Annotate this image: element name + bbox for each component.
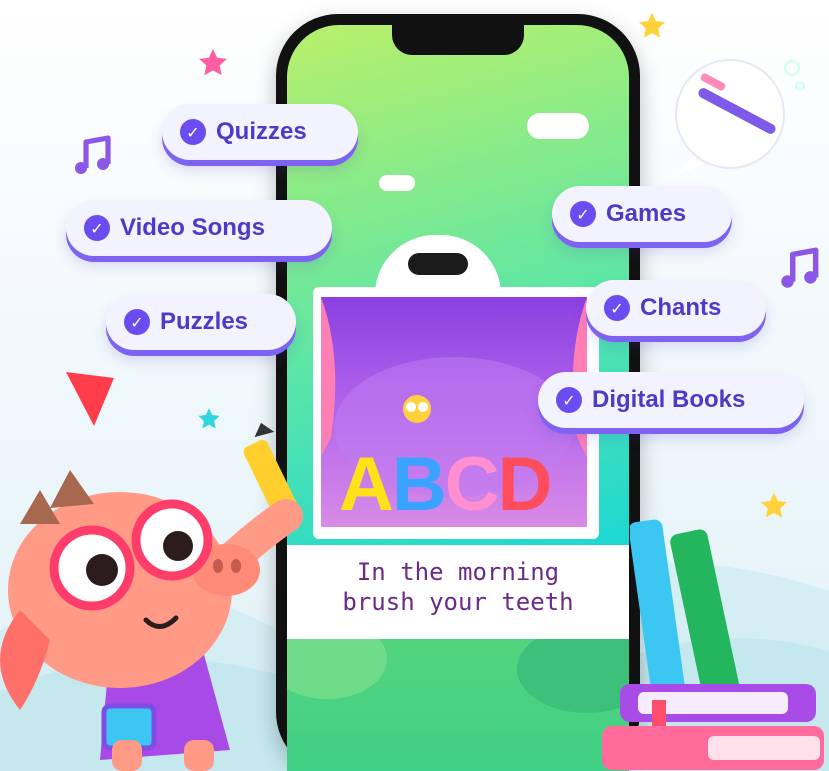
feature-label: Quizzes [216, 118, 307, 145]
feature-pill-digital-books[interactable]: ✓ Digital Books [538, 372, 804, 428]
feature-label: Video Songs [120, 214, 265, 241]
cloud [527, 113, 589, 139]
feature-pill-video-songs[interactable]: ✓ Video Songs [66, 200, 332, 256]
feature-label: Games [606, 200, 687, 227]
pig-mascot [0, 422, 303, 771]
music-note-icon [75, 135, 111, 174]
feature-label: Puzzles [160, 308, 249, 335]
check-circle-icon: ✓ [124, 309, 150, 335]
star-icon [760, 492, 788, 518]
check-circle-icon: ✓ [84, 215, 110, 241]
feature-pill-puzzles[interactable]: ✓ Puzzles [106, 294, 296, 350]
caption-line-1: In the morning [356, 558, 560, 586]
phone-bottom-scene [287, 619, 629, 771]
letter-a: A [339, 442, 394, 527]
feature-pill-quizzes[interactable]: ✓ Quizzes [162, 104, 358, 160]
feature-label: Chants [640, 294, 722, 321]
letter-d: D [497, 442, 553, 527]
music-note-icon [781, 247, 819, 288]
check-circle-icon: ✓ [570, 201, 596, 227]
abcd-letters: ABCD [339, 442, 553, 527]
letter-b: B [391, 442, 447, 527]
check-circle-icon: ✓ [556, 387, 582, 413]
feature-pill-games[interactable]: ✓ Games [552, 186, 732, 242]
check-circle-icon: ✓ [604, 295, 630, 321]
star-icon [638, 12, 666, 38]
book-stack-icon [602, 684, 824, 770]
feature-pill-chants[interactable]: ✓ Chants [586, 280, 766, 336]
star-icon [199, 48, 227, 76]
feature-label: Digital Books [592, 386, 746, 413]
phone-notch [392, 25, 524, 55]
cloud [379, 175, 415, 191]
check-circle-icon: ✓ [180, 119, 206, 145]
letter-c: C [444, 442, 500, 527]
promo-scene: ABCD In the morning brush your teeth ✓ Q… [0, 0, 829, 771]
lesson-caption: In the morning brush your teeth [287, 545, 629, 639]
toothbrush-icon [675, 59, 805, 174]
caption-line-2: brush your teeth [342, 588, 574, 616]
triangle-shape [66, 372, 114, 426]
